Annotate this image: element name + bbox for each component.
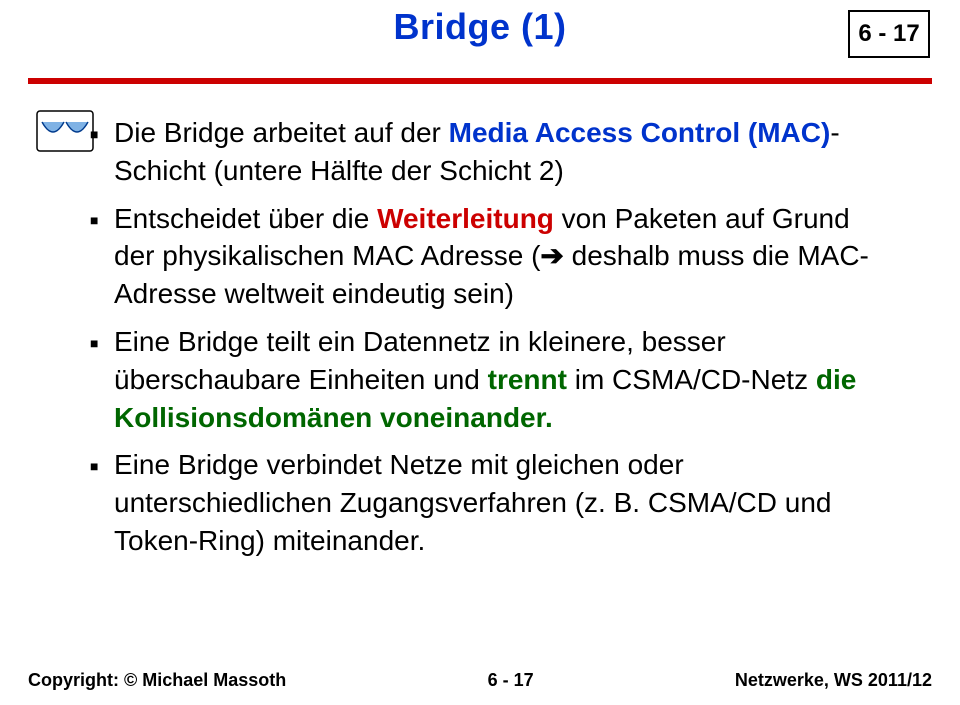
footer-center: 6 - 17 [488,670,534,691]
slide: Bridge (1) 6 - 17 Die Bridge arbeitet au… [0,0,960,705]
footer-left: Copyright: © Michael Massoth [28,670,286,691]
bullet-emphasis: trennt [488,364,567,395]
page-number-box: 6 - 17 [848,10,930,58]
list-item: Eine Bridge teilt ein Datennetz in klein… [86,323,890,436]
bullet-list: Die Bridge arbeitet auf der Media Access… [86,114,890,560]
slide-header: Bridge (1) 6 - 17 [0,0,960,78]
bullet-text: Eine Bridge verbindet Netze mit gleichen… [114,449,831,556]
slide-body: Die Bridge arbeitet auf der Media Access… [0,84,960,560]
footer-right: Netzwerke, WS 2011/12 [735,670,932,691]
bullet-text: Entscheidet über die [114,203,377,234]
slide-footer: Copyright: © Michael Massoth 6 - 17 Netz… [0,670,960,691]
slide-title: Bridge (1) [0,0,960,48]
bullet-text: im CSMA/CD-Netz [567,364,816,395]
list-item: Eine Bridge verbindet Netze mit gleichen… [86,446,890,559]
list-item: Entscheidet über die Weiterleitung von P… [86,200,890,313]
bullet-text: Die Bridge arbeitet auf der [114,117,449,148]
bullet-emphasis: Media Access Control (MAC) [449,117,831,148]
bullet-emphasis: Weiterleitung [377,203,554,234]
list-item: Die Bridge arbeitet auf der Media Access… [86,114,890,190]
arrow-icon: ➔ [540,240,563,271]
